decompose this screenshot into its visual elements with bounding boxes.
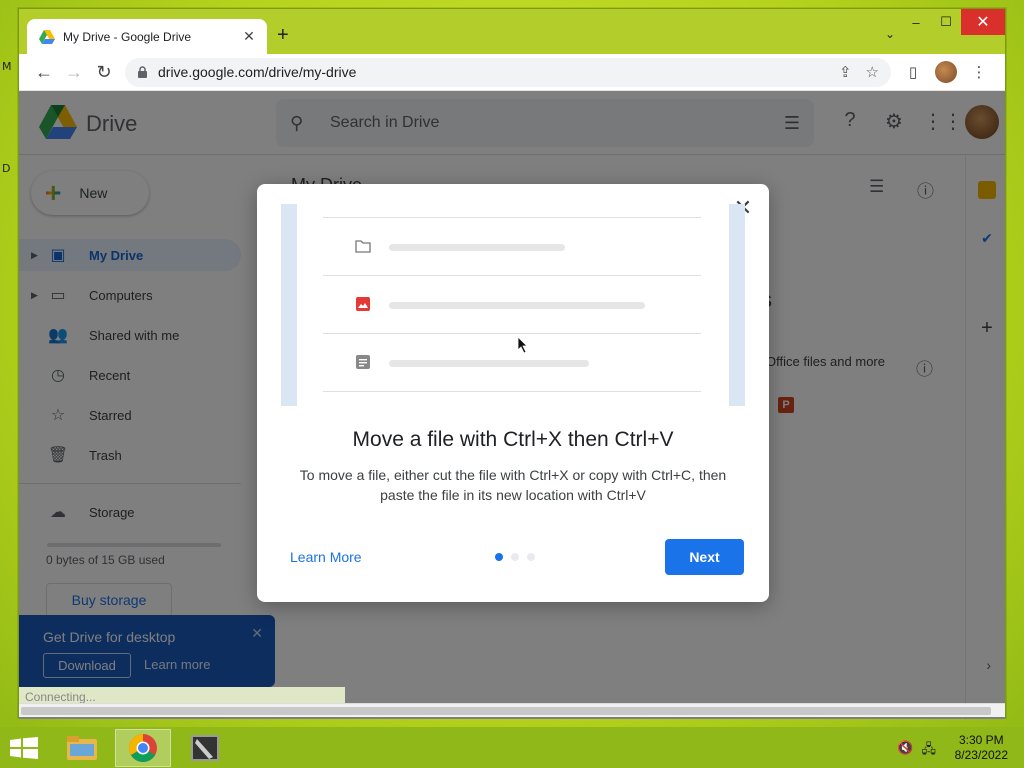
horizontal-scrollbar[interactable] bbox=[19, 703, 1005, 717]
illustration-band bbox=[729, 204, 745, 406]
drive-favicon-icon bbox=[39, 29, 55, 44]
tab-title: My Drive - Google Drive bbox=[63, 29, 192, 44]
page-dot[interactable] bbox=[511, 553, 519, 561]
page-dot[interactable] bbox=[527, 553, 535, 561]
chrome-taskbar-icon[interactable] bbox=[115, 729, 171, 767]
image-file-icon bbox=[356, 297, 370, 311]
illustration-row bbox=[323, 333, 701, 391]
volume-muted-icon[interactable]: 🔇 bbox=[897, 740, 913, 762]
network-icon[interactable]: 🖧 bbox=[922, 740, 937, 762]
placeholder-line bbox=[389, 360, 589, 367]
address-bar[interactable]: drive.google.com/drive/my-drive ⇪ ☆ bbox=[125, 57, 891, 87]
desktop-icon-label-fragment: D bbox=[2, 162, 11, 175]
clock-time: 3:30 PM bbox=[958, 733, 1004, 747]
taskbar: 🔇 🖧 3:30 PM 8/23/2022 bbox=[0, 727, 1024, 768]
maximize-button[interactable]: ☐ bbox=[931, 9, 961, 35]
tab-search-icon[interactable]: ⌄ bbox=[885, 27, 895, 41]
next-button[interactable]: Next bbox=[665, 539, 744, 575]
dialog-title: Move a file with Ctrl+X then Ctrl+V bbox=[352, 428, 674, 451]
tip-illustration bbox=[281, 204, 745, 406]
chrome-icon bbox=[129, 734, 157, 762]
tip-dialog: ✕ bbox=[257, 184, 769, 602]
profile-avatar[interactable] bbox=[935, 61, 957, 83]
mouse-cursor-icon bbox=[518, 337, 528, 353]
pagination-dots bbox=[495, 553, 535, 561]
window-controls: – ☐ ✕ bbox=[901, 9, 1005, 35]
share-icon[interactable]: ⇪ bbox=[839, 63, 852, 81]
system-tray: 🔇 🖧 bbox=[897, 740, 936, 762]
taskbar-clock[interactable]: 3:30 PM 8/23/2022 bbox=[955, 733, 1008, 763]
side-panel-icon[interactable]: ▯ bbox=[897, 63, 929, 81]
illustration-row bbox=[323, 217, 701, 275]
dialog-body: To move a file, either cut the file with… bbox=[299, 467, 727, 503]
scrollbar-thumb[interactable] bbox=[21, 707, 991, 715]
bookmark-star-icon[interactable]: ☆ bbox=[866, 63, 879, 81]
browser-window: My Drive - Google Drive ✕ + ⌄ – ☐ ✕ ← → … bbox=[18, 8, 1006, 719]
lock-icon bbox=[138, 66, 147, 78]
tab-close-icon[interactable]: ✕ bbox=[241, 28, 257, 45]
film-icon bbox=[191, 735, 219, 761]
file-explorer-icon[interactable] bbox=[54, 729, 110, 767]
placeholder-line bbox=[389, 244, 565, 251]
placeholder-line bbox=[389, 302, 645, 309]
new-tab-button[interactable]: + bbox=[277, 25, 289, 45]
desktop-icon-label-fragment: M bbox=[2, 60, 12, 73]
more-menu-icon[interactable]: ⋮ bbox=[963, 63, 995, 81]
tab-strip: My Drive - Google Drive ✕ + ⌄ – ☐ ✕ bbox=[19, 9, 1005, 54]
reload-icon[interactable]: ↻ bbox=[89, 57, 119, 87]
page-dot-active[interactable] bbox=[495, 553, 503, 561]
forward-arrow-icon[interactable]: → bbox=[59, 57, 89, 87]
browser-tab[interactable]: My Drive - Google Drive ✕ bbox=[27, 19, 267, 54]
folder-icon bbox=[355, 240, 371, 253]
browser-toolbar: ← → ↻ drive.google.com/drive/my-drive ⇪ … bbox=[19, 54, 1005, 91]
document-icon bbox=[356, 355, 370, 369]
illustration-divider bbox=[323, 391, 701, 392]
drive-app: Drive ⚲ Search in Drive ☰ ? ⚙ ⋮⋮ + New ▶… bbox=[19, 91, 1005, 719]
media-app-icon[interactable] bbox=[177, 729, 233, 767]
close-window-button[interactable]: ✕ bbox=[961, 9, 1005, 35]
learn-more-link[interactable]: Learn More bbox=[290, 549, 362, 565]
illustration-row bbox=[323, 275, 701, 333]
url-text: drive.google.com/drive/my-drive bbox=[158, 64, 357, 80]
clock-date: 8/23/2022 bbox=[954, 748, 1008, 762]
minimize-button[interactable]: – bbox=[901, 9, 931, 35]
back-arrow-icon[interactable]: ← bbox=[29, 57, 59, 87]
folder-icon bbox=[67, 736, 97, 760]
windows-start-icon[interactable] bbox=[10, 737, 38, 759]
illustration-band bbox=[281, 204, 297, 406]
